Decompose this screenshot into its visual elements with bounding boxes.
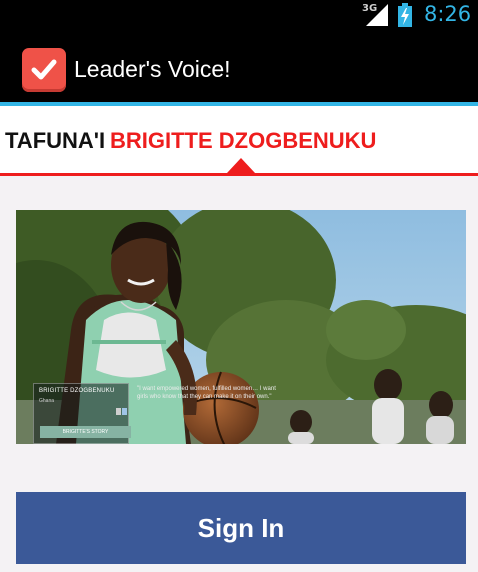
share-icon[interactable]: [116, 408, 127, 415]
story-button[interactable]: BRIGITTE'S STORY: [40, 426, 131, 438]
story-photo-card[interactable]: BRIGITTE DZOGBENUKU Ghana BRIGITTE'S STO…: [16, 210, 466, 444]
caption-name: BRIGITTE DZOGBENUKU: [39, 388, 115, 394]
tab-previous[interactable]: TAFUNA'I: [5, 128, 105, 154]
sign-in-button[interactable]: Sign In: [16, 492, 466, 564]
battery-charging-icon: [398, 3, 412, 27]
status-bar: 3G 8:26: [0, 0, 478, 32]
app-title: Leader's Voice!: [74, 56, 231, 82]
clock: 8:26: [424, 2, 472, 26]
action-bar: Leader's Voice!: [0, 32, 478, 102]
signal-icon: [366, 4, 388, 26]
checkbox-icon[interactable]: [22, 48, 66, 92]
tab-strip: TAFUNA'I BRIGITTE DZOGBENUKU: [0, 106, 478, 176]
caption-location: Ghana: [39, 398, 55, 404]
tab-current[interactable]: BRIGITTE DZOGBENUKU: [110, 128, 376, 154]
caption-quote: "I want empowered women, fulfilled women…: [137, 386, 276, 400]
tab-indicator: [227, 158, 255, 173]
tab-underline: [0, 173, 478, 176]
